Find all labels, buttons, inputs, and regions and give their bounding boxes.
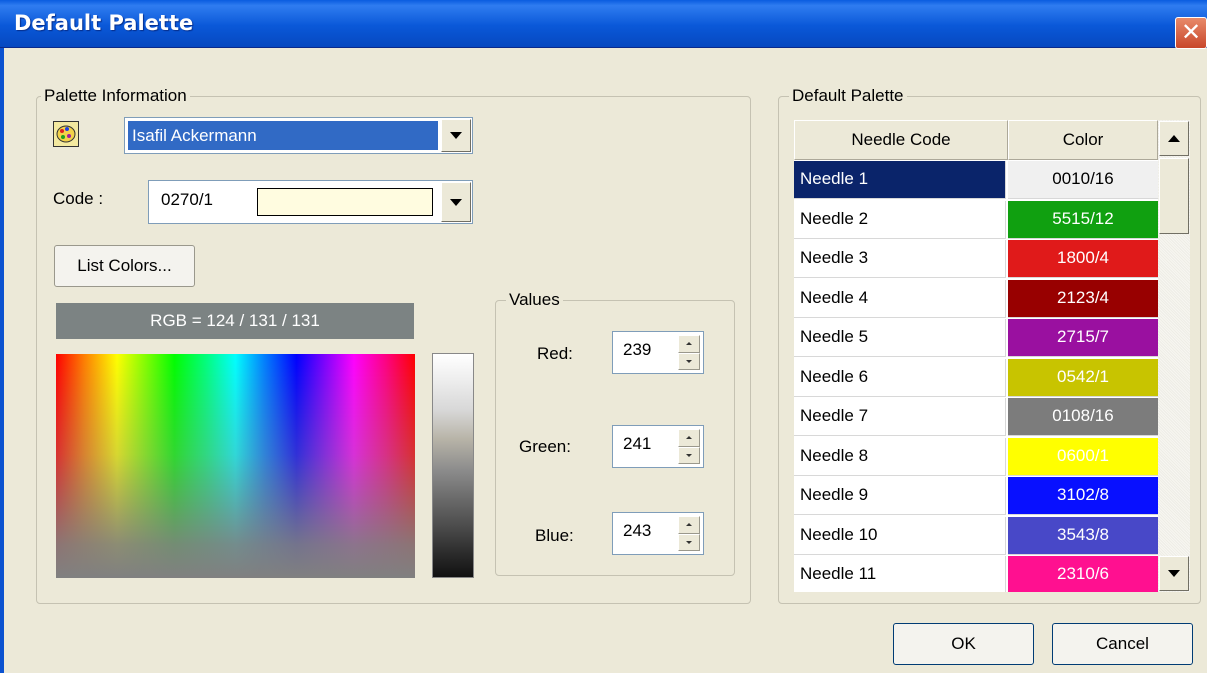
color-code-cell: 0108/16 xyxy=(1008,398,1158,436)
list-colors-button[interactable]: List Colors... xyxy=(54,245,195,287)
window-frame xyxy=(0,48,4,673)
blue-value: 243 xyxy=(623,521,652,540)
default-palette-legend: Default Palette xyxy=(789,86,907,106)
color-code-cell: 3102/8 xyxy=(1008,477,1158,515)
color-code-cell: 5515/12 xyxy=(1008,200,1158,239)
ok-button[interactable]: OK xyxy=(893,623,1034,665)
table-scrollbar[interactable] xyxy=(1158,120,1190,592)
chevron-down-icon[interactable] xyxy=(441,182,471,222)
window-title: Default Palette xyxy=(14,11,194,35)
scroll-down-icon[interactable] xyxy=(1159,556,1189,591)
needle-code-cell: Needle 6 xyxy=(794,358,1006,397)
needle-code-cell: Needle 5 xyxy=(794,319,1006,357)
list-colors-label: List Colors... xyxy=(77,256,172,275)
cancel-label: Cancel xyxy=(1096,634,1149,653)
table-row[interactable]: Needle 8 0600/1 xyxy=(794,437,1158,477)
needle-code-cell: Needle 11 xyxy=(794,556,1006,592)
scroll-thumb[interactable] xyxy=(1159,158,1189,234)
table-row[interactable]: Needle 5 2715/7 xyxy=(794,319,1158,358)
table-row[interactable]: Needle 6 0542/1 xyxy=(794,358,1158,398)
needle-code-cell: Needle 4 xyxy=(794,279,1006,318)
needle-code-cell: Needle 1 xyxy=(794,161,1006,199)
grayscale-strip[interactable] xyxy=(432,353,474,578)
color-code-cell: 0010/16 xyxy=(1008,161,1158,199)
green-value-spinner[interactable]: 241 xyxy=(612,425,704,468)
table-row[interactable]: Needle 9 3102/8 xyxy=(794,477,1158,516)
code-value: 0270/1 xyxy=(161,190,213,209)
close-icon[interactable]: ✕ xyxy=(1175,17,1207,49)
needle-code-cell: Needle 7 xyxy=(794,398,1006,436)
column-header-color[interactable]: Color xyxy=(1008,120,1158,160)
color-code-cell: 1800/4 xyxy=(1008,240,1158,278)
spin-up-icon[interactable] xyxy=(678,335,700,353)
color-code-cell: 2123/4 xyxy=(1008,279,1158,318)
table-row[interactable]: Needle 7 0108/16 xyxy=(794,398,1158,437)
palette-select[interactable]: Isafil Ackermann xyxy=(124,117,473,154)
needle-code-cell: Needle 9 xyxy=(794,477,1006,515)
table-row[interactable]: Needle 1 0010/16 xyxy=(794,161,1158,200)
table-row[interactable]: Needle 4 2123/4 xyxy=(794,279,1158,319)
palette-information-legend: Palette Information xyxy=(41,86,190,106)
palette-select-value: Isafil Ackermann xyxy=(128,121,438,150)
green-label: Green: xyxy=(519,437,571,456)
palette-icon xyxy=(53,121,79,147)
needle-code-cell: Needle 10 xyxy=(794,516,1006,555)
ok-label: OK xyxy=(951,634,976,653)
chevron-down-icon[interactable] xyxy=(441,119,471,152)
red-label: Red: xyxy=(537,344,573,363)
blue-label: Blue: xyxy=(535,526,574,545)
color-code-cell: 2715/7 xyxy=(1008,319,1158,357)
spin-up-icon[interactable] xyxy=(678,516,700,534)
spin-down-icon[interactable] xyxy=(678,352,700,370)
spin-down-icon[interactable] xyxy=(678,446,700,464)
code-select[interactable]: 0270/1 xyxy=(148,180,473,224)
title-bar: Default Palette xyxy=(0,0,1207,48)
cancel-button[interactable]: Cancel xyxy=(1052,623,1193,665)
code-label: Code : xyxy=(53,189,104,208)
blue-value-spinner[interactable]: 243 xyxy=(612,512,704,555)
red-value: 239 xyxy=(623,340,652,359)
table-row[interactable]: Needle 2 5515/12 xyxy=(794,200,1158,240)
code-color-swatch xyxy=(257,188,433,216)
green-value: 241 xyxy=(623,434,652,453)
table-row[interactable]: Needle 10 3543/8 xyxy=(794,516,1158,556)
color-code-cell: 3543/8 xyxy=(1008,516,1158,555)
color-spectrum[interactable] xyxy=(56,354,415,578)
table-row[interactable]: Needle 3 1800/4 xyxy=(794,240,1158,279)
values-legend: Values xyxy=(506,290,563,310)
table-row[interactable]: Needle 11 2310/6 xyxy=(794,556,1158,592)
needle-table: Needle Code Color Needle 1 0010/16 Needle … xyxy=(794,120,1158,592)
red-value-spinner[interactable]: 239 xyxy=(612,331,704,374)
needle-code-cell: Needle 8 xyxy=(794,437,1006,476)
color-code-cell: 0600/1 xyxy=(1008,437,1158,476)
rgb-readout: RGB = 124 / 131 / 131 xyxy=(56,303,414,339)
spin-up-icon[interactable] xyxy=(678,429,700,447)
spin-down-icon[interactable] xyxy=(678,533,700,551)
color-code-cell: 0542/1 xyxy=(1008,358,1158,397)
needle-code-cell: Needle 2 xyxy=(794,200,1006,239)
color-code-cell: 2310/6 xyxy=(1008,556,1158,592)
needle-code-cell: Needle 3 xyxy=(794,240,1006,278)
scroll-up-icon[interactable] xyxy=(1159,121,1189,156)
column-header-needle-code[interactable]: Needle Code xyxy=(794,120,1008,160)
